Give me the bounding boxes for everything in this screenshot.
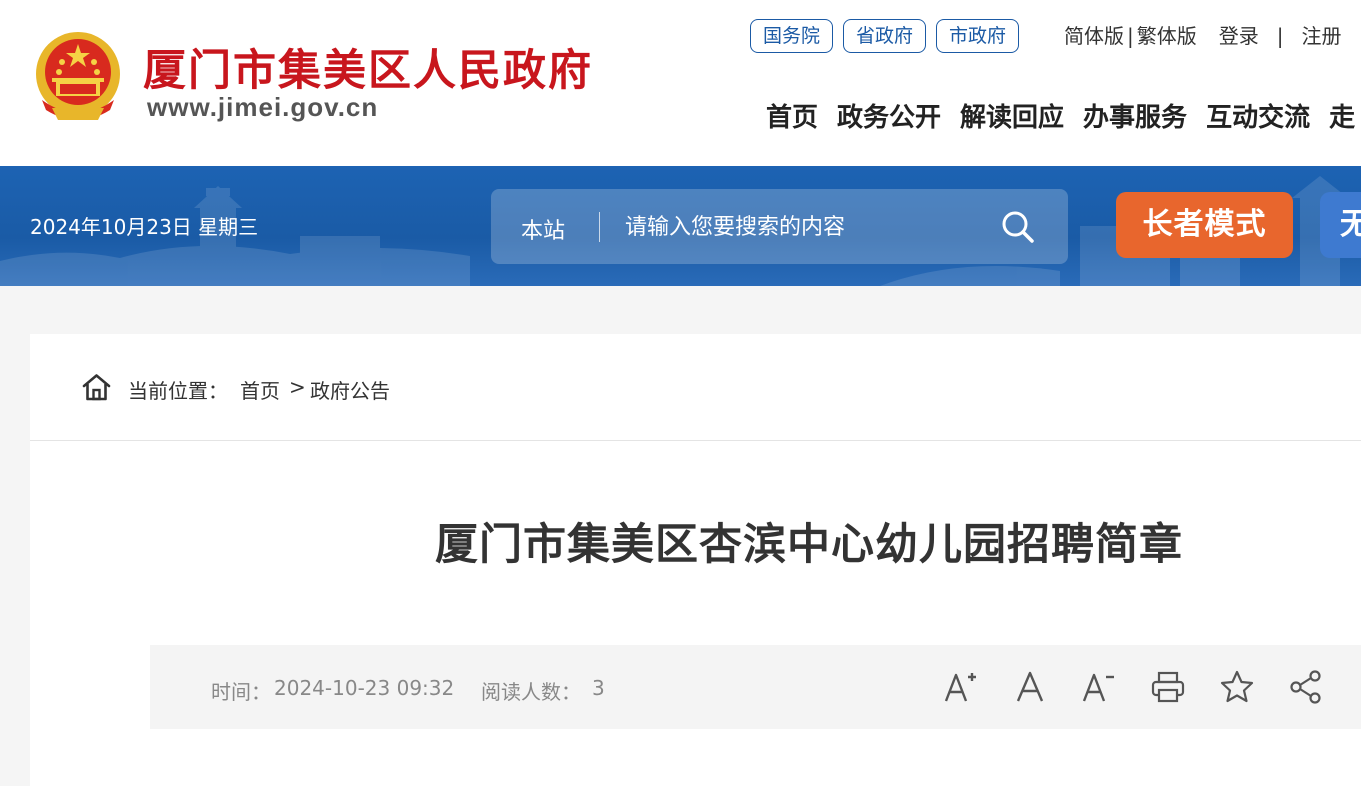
share-icon[interactable] [1286, 667, 1326, 707]
print-icon[interactable] [1148, 667, 1188, 707]
search-input[interactable] [625, 207, 985, 247]
breadcrumb-home-link[interactable]: 首页 [240, 375, 280, 404]
read-count: 3 [592, 676, 605, 700]
breadcrumb-label: 当前位置： [128, 379, 228, 403]
traditional-chinese-link[interactable]: 繁体版 [1137, 19, 1197, 53]
search-icon[interactable] [999, 208, 1037, 246]
site-url: www.jimei.gov.cn [147, 92, 379, 122]
site-title[interactable]: 厦门市集美区人民政府 [143, 36, 593, 98]
provincial-gov-link[interactable]: 省政府 [843, 19, 927, 53]
simplified-chinese-link[interactable]: 简体版 [1064, 19, 1124, 53]
home-icon[interactable] [81, 373, 112, 401]
article-card: 当前位置： 首页 > 政府公告 厦门市集美区杏滨中心幼儿园招聘简章 时间： 20… [30, 334, 1361, 786]
util-separator: | [1276, 24, 1284, 48]
article-title: 厦门市集美区杏滨中心幼儿园招聘简章 [435, 520, 1183, 570]
search-scope-selector[interactable]: 本站 [521, 213, 565, 245]
font-decrease-icon[interactable] [1078, 667, 1118, 707]
current-date: 2024年10月23日 星期三 [30, 215, 259, 239]
favorite-star-icon[interactable] [1217, 667, 1257, 707]
util-separator: | [1127, 24, 1134, 48]
state-council-link[interactable]: 国务院 [750, 19, 834, 53]
municipal-gov-link[interactable]: 市政府 [936, 19, 1020, 53]
breadcrumb-current-link[interactable]: 政府公告 [310, 375, 390, 404]
blue-banner: 2024年10月23日 星期三 本站 长者模式 无 [0, 166, 1361, 286]
nav-item-more[interactable]: 走 [1329, 98, 1355, 138]
nav-item-interpretation[interactable]: 解读回应 [960, 98, 1064, 138]
article-meta-bar: 时间： 2024-10-23 09:32 阅读人数： 3 [150, 645, 1361, 729]
utility-links: 简体版 | 繁体版 登录 | 注册 [1064, 19, 1342, 53]
register-link[interactable]: 注册 [1302, 19, 1342, 53]
main-nav: 首页 政务公开 解读回应 办事服务 互动交流 走 [766, 98, 1355, 138]
nav-item-home[interactable]: 首页 [766, 98, 818, 138]
government-links: 国务院 省政府 市政府 [750, 19, 1020, 53]
national-emblem-icon [36, 32, 120, 120]
elder-mode-button[interactable]: 长者模式 [1116, 192, 1293, 258]
search-divider [599, 212, 600, 242]
login-link[interactable]: 登录 [1219, 19, 1259, 53]
breadcrumb-separator: > [289, 375, 306, 399]
nav-item-interaction[interactable]: 互动交流 [1206, 98, 1310, 138]
breadcrumb: 当前位置： 首页 > 政府公告 [30, 334, 1361, 441]
font-increase-icon[interactable] [940, 667, 980, 707]
nav-item-services[interactable]: 办事服务 [1083, 98, 1187, 138]
font-normal-icon[interactable] [1010, 667, 1050, 707]
nav-item-gov-affairs[interactable]: 政务公开 [837, 98, 941, 138]
read-count-label: 阅读人数： [481, 680, 581, 704]
publish-time: 2024-10-23 09:32 [274, 676, 455, 700]
search-box: 本站 [491, 189, 1068, 264]
publish-time-label: 时间： [211, 680, 271, 704]
accessibility-button[interactable]: 无 [1320, 192, 1361, 258]
site-header: 厦门市集美区人民政府 www.jimei.gov.cn 国务院 省政府 市政府 … [0, 0, 1361, 166]
